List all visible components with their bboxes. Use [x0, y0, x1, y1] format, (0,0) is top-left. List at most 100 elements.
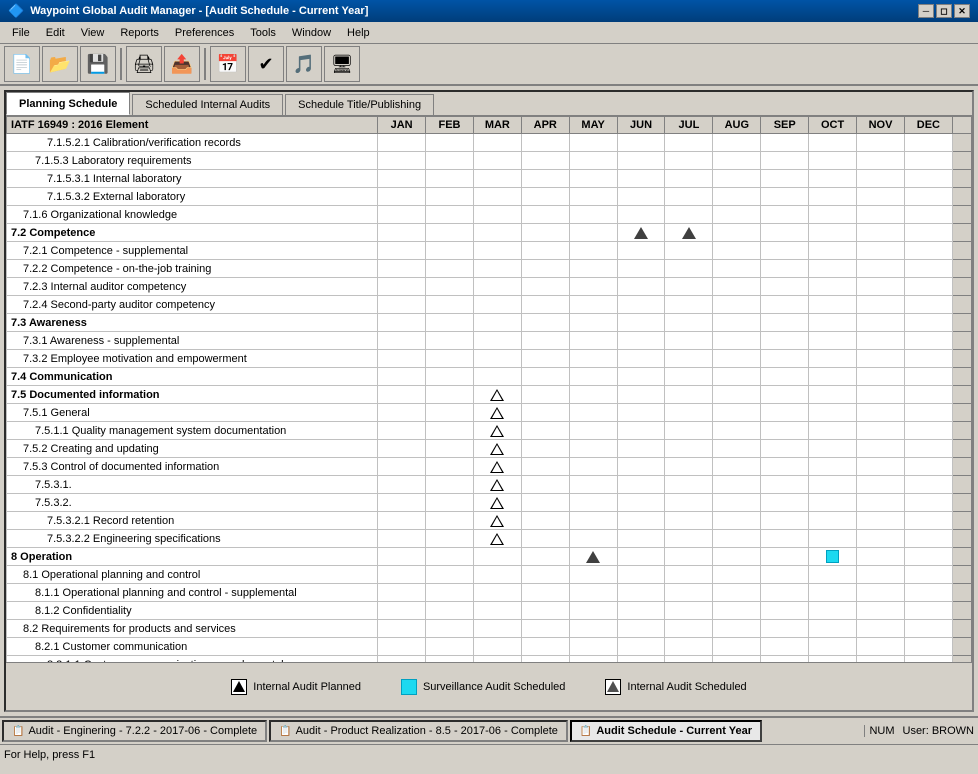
month-cell-jul[interactable] — [665, 242, 713, 260]
month-cell-jul[interactable] — [665, 350, 713, 368]
month-cell-mar[interactable] — [473, 476, 521, 494]
month-cell-mar[interactable] — [473, 584, 521, 602]
month-cell-jan[interactable] — [378, 206, 426, 224]
menu-preferences[interactable]: Preferences — [167, 25, 242, 41]
month-cell-apr[interactable] — [521, 350, 569, 368]
month-cell-apr[interactable] — [521, 476, 569, 494]
month-cell-aug[interactable] — [713, 602, 761, 620]
month-cell-mar[interactable] — [473, 512, 521, 530]
month-cell-nov[interactable] — [857, 566, 905, 584]
month-cell-dec[interactable] — [904, 350, 952, 368]
month-cell-apr[interactable] — [521, 530, 569, 548]
month-cell-mar[interactable] — [473, 242, 521, 260]
month-cell-mar[interactable] — [473, 224, 521, 242]
month-cell-sep[interactable] — [761, 260, 809, 278]
month-cell-jan[interactable] — [378, 134, 426, 152]
month-cell-may[interactable] — [569, 584, 617, 602]
month-cell-feb[interactable] — [426, 584, 474, 602]
month-cell-jan[interactable] — [378, 512, 426, 530]
minimize-button[interactable]: ─ — [918, 4, 934, 18]
month-cell-nov[interactable] — [857, 530, 905, 548]
month-cell-aug[interactable] — [713, 350, 761, 368]
month-cell-jan[interactable] — [378, 584, 426, 602]
month-cell-jan[interactable] — [378, 260, 426, 278]
month-cell-dec[interactable] — [904, 602, 952, 620]
month-cell-nov[interactable] — [857, 260, 905, 278]
month-cell-jul[interactable] — [665, 260, 713, 278]
month-cell-nov[interactable] — [857, 134, 905, 152]
open-button[interactable]: 📂 — [42, 46, 78, 82]
month-cell-jun[interactable] — [617, 224, 665, 242]
month-cell-dec[interactable] — [904, 242, 952, 260]
month-cell-aug[interactable] — [713, 404, 761, 422]
month-cell-apr[interactable] — [521, 296, 569, 314]
month-cell-jan[interactable] — [378, 620, 426, 638]
month-cell-may[interactable] — [569, 152, 617, 170]
month-cell-oct[interactable] — [809, 548, 857, 566]
month-cell-dec[interactable] — [904, 152, 952, 170]
month-cell-oct[interactable] — [809, 152, 857, 170]
month-cell-dec[interactable] — [904, 440, 952, 458]
month-cell-feb[interactable] — [426, 476, 474, 494]
month-cell-jun[interactable] — [617, 206, 665, 224]
close-button[interactable]: ✕ — [954, 4, 970, 18]
month-cell-may[interactable] — [569, 386, 617, 404]
month-cell-sep[interactable] — [761, 458, 809, 476]
month-cell-jan[interactable] — [378, 638, 426, 656]
month-cell-may[interactable] — [569, 332, 617, 350]
month-cell-sep[interactable] — [761, 440, 809, 458]
month-cell-feb[interactable] — [426, 386, 474, 404]
month-cell-oct[interactable] — [809, 170, 857, 188]
month-cell-jul[interactable] — [665, 476, 713, 494]
month-cell-oct[interactable] — [809, 584, 857, 602]
month-cell-mar[interactable] — [473, 566, 521, 584]
month-cell-feb[interactable] — [426, 656, 474, 663]
month-cell-apr[interactable] — [521, 368, 569, 386]
month-cell-aug[interactable] — [713, 440, 761, 458]
month-cell-jun[interactable] — [617, 602, 665, 620]
month-cell-jun[interactable] — [617, 386, 665, 404]
month-cell-nov[interactable] — [857, 638, 905, 656]
month-cell-jul[interactable] — [665, 134, 713, 152]
month-cell-jun[interactable] — [617, 242, 665, 260]
month-cell-dec[interactable] — [904, 656, 952, 663]
month-cell-may[interactable] — [569, 566, 617, 584]
month-cell-sep[interactable] — [761, 170, 809, 188]
month-cell-jun[interactable] — [617, 260, 665, 278]
month-cell-may[interactable] — [569, 224, 617, 242]
month-cell-mar[interactable] — [473, 152, 521, 170]
month-cell-jun[interactable] — [617, 296, 665, 314]
month-cell-dec[interactable] — [904, 566, 952, 584]
month-cell-jul[interactable] — [665, 224, 713, 242]
month-cell-oct[interactable] — [809, 314, 857, 332]
month-cell-nov[interactable] — [857, 188, 905, 206]
month-cell-sep[interactable] — [761, 638, 809, 656]
month-cell-nov[interactable] — [857, 206, 905, 224]
month-cell-nov[interactable] — [857, 476, 905, 494]
month-cell-oct[interactable] — [809, 440, 857, 458]
month-cell-jan[interactable] — [378, 152, 426, 170]
month-cell-jul[interactable] — [665, 656, 713, 663]
month-cell-feb[interactable] — [426, 440, 474, 458]
month-cell-may[interactable] — [569, 188, 617, 206]
month-cell-sep[interactable] — [761, 476, 809, 494]
month-cell-dec[interactable] — [904, 386, 952, 404]
month-cell-feb[interactable] — [426, 512, 474, 530]
month-cell-may[interactable] — [569, 494, 617, 512]
month-cell-mar[interactable] — [473, 602, 521, 620]
month-cell-sep[interactable] — [761, 530, 809, 548]
month-cell-sep[interactable] — [761, 188, 809, 206]
month-cell-jan[interactable] — [378, 224, 426, 242]
month-cell-sep[interactable] — [761, 494, 809, 512]
month-cell-jun[interactable] — [617, 368, 665, 386]
month-cell-nov[interactable] — [857, 584, 905, 602]
month-cell-nov[interactable] — [857, 152, 905, 170]
month-cell-aug[interactable] — [713, 314, 761, 332]
month-cell-oct[interactable] — [809, 350, 857, 368]
month-cell-aug[interactable] — [713, 584, 761, 602]
month-cell-dec[interactable] — [904, 422, 952, 440]
month-cell-aug[interactable] — [713, 494, 761, 512]
month-cell-feb[interactable] — [426, 224, 474, 242]
month-cell-jul[interactable] — [665, 530, 713, 548]
month-cell-apr[interactable] — [521, 638, 569, 656]
